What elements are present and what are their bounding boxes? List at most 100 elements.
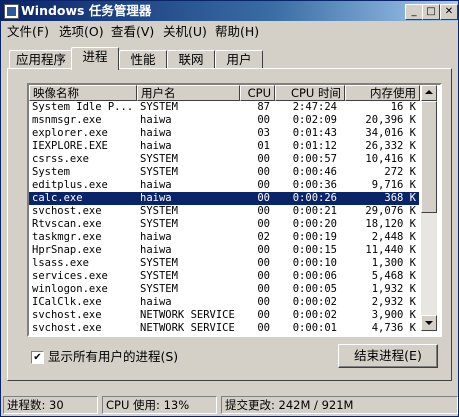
vertical-scrollbar[interactable] <box>421 85 437 331</box>
scroll-down-button[interactable] <box>421 315 437 331</box>
process-user-cell: SYSTEM <box>140 153 178 165</box>
process-user-cell: NETWORK SERVICE <box>140 322 235 334</box>
process-cpu-cell: 03 <box>257 127 270 139</box>
process-row[interactable]: IEXPLORE.EXE haiwa 01 0:01:12 26,332 K <box>29 140 419 153</box>
tab-processes[interactable]: 进程 <box>71 47 119 70</box>
process-cpu-cell: 00 <box>257 218 270 230</box>
menu-view[interactable]: 查看(V) <box>111 24 154 39</box>
menu-options[interactable]: 选项(O) <box>59 24 104 39</box>
process-name-cell: IEXPLORE.EXE <box>32 140 108 152</box>
process-mem-cell: 272 K <box>384 166 416 178</box>
process-cpu-cell: 00 <box>257 257 270 269</box>
process-mem-cell: 2,932 K <box>371 296 416 308</box>
end-process-button[interactable]: 结束进程(E) <box>338 344 438 368</box>
process-row[interactable]: winlogon.exe SYSTEM 00 0:00:05 1,932 K <box>29 283 419 296</box>
process-mem-cell: 5,468 K <box>371 270 416 282</box>
process-name-cell: ICalClk.exe <box>32 296 102 308</box>
process-row[interactable]: editplus.exe haiwa 00 0:00:36 9,716 K <box>29 179 419 192</box>
process-cpu-cell: 02 <box>257 231 270 243</box>
tab-strip: 应用程序 进程 性能 联网 用户 <box>7 47 452 70</box>
process-cpu-time-cell: 0:00:19 <box>292 231 337 243</box>
arrow-up-icon <box>425 90 433 94</box>
arrow-down-icon <box>425 321 433 325</box>
show-all-users-checkbox[interactable]: ✔ <box>31 351 44 364</box>
show-all-users-label[interactable]: 显示所有用户的进程(S) <box>48 349 178 364</box>
title-bar[interactable]: Windows 任务管理器 _ □ ✕ <box>1 1 458 21</box>
process-name-cell: explorer.exe <box>32 127 108 139</box>
process-row[interactable]: System SYSTEM 00 0:00:46 272 K <box>29 166 419 179</box>
maximize-button[interactable]: □ <box>422 4 440 20</box>
process-mem-cell: 16 K <box>390 101 416 113</box>
process-cpu-cell: 00 <box>257 296 270 308</box>
process-mem-cell: 9,716 K <box>371 179 416 191</box>
process-cpu-time-cell: 0:00:15 <box>292 244 337 256</box>
process-row[interactable]: Rtvscan.exe SYSTEM 00 0:00:20 18,120 K <box>29 218 419 231</box>
process-row[interactable]: csrss.exe SYSTEM 00 0:00:57 10,416 K <box>29 153 419 166</box>
process-cpu-time-cell: 0:00:57 <box>292 153 337 165</box>
menu-shutdown[interactable]: 关机(U) <box>163 24 207 39</box>
column-header-mem-usage[interactable]: 内存使用 <box>345 85 420 101</box>
process-cpu-time-cell: 0:00:20 <box>292 218 337 230</box>
menu-file[interactable]: 文件(F) <box>7 24 49 39</box>
process-list[interactable]: 映像名称 用户名 CPU CPU 时间 内存使用 System Idle P..… <box>27 83 442 337</box>
process-user-cell: SYSTEM <box>140 257 178 269</box>
process-cpu-time-cell: 0:01:12 <box>292 140 337 152</box>
process-mem-cell: 2,448 K <box>371 231 416 243</box>
process-cpu-time-cell: 0:00:01 <box>292 322 337 334</box>
task-manager-window: Windows 任务管理器 _ □ ✕ 文件(F) 选项(O) 查看(V) 关机… <box>0 0 459 417</box>
close-button[interactable]: ✕ <box>440 4 458 20</box>
menu-bar: 文件(F) 选项(O) 查看(V) 关机(U) 帮助(H) <box>1 22 458 41</box>
process-user-cell: haiwa <box>140 244 172 256</box>
process-row[interactable]: msnmsgr.exe haiwa 00 0:02:09 20,396 K <box>29 114 419 127</box>
column-header-user-name[interactable]: 用户名 <box>137 85 240 101</box>
process-mem-cell: 1,300 K <box>371 257 416 269</box>
process-row[interactable]: ICalClk.exe haiwa 00 0:00:02 2,932 K <box>29 296 419 309</box>
scroll-up-button[interactable] <box>421 85 437 101</box>
status-process-count: 进程数: 30 <box>3 396 98 414</box>
process-user-cell: haiwa <box>140 114 172 126</box>
column-header-cpu[interactable]: CPU <box>240 85 275 101</box>
process-mem-cell: 34,016 K <box>365 127 416 139</box>
process-cpu-time-cell: 0:00:06 <box>292 270 337 282</box>
process-row[interactable]: HprSnap.exe haiwa 00 0:00:15 11,440 K <box>29 244 419 257</box>
process-cpu-time-cell: 0:00:02 <box>292 309 337 321</box>
process-row[interactable]: svchost.exe NETWORK SERVICE 00 0:00:02 3,900… <box>29 309 419 322</box>
scroll-thumb[interactable] <box>421 101 437 213</box>
tab-networking[interactable]: 联网 <box>167 50 215 70</box>
process-row[interactable]: svchost.exe NETWORK SERVICE 00 0:00:01 4,736… <box>29 322 419 335</box>
process-cpu-time-cell: 0:00:02 <box>292 296 337 308</box>
process-user-cell: SYSTEM <box>140 205 178 217</box>
process-mem-cell: 29,076 K <box>365 205 416 217</box>
process-name-cell: csrss.exe <box>32 153 89 165</box>
window-title: Windows 任务管理器 <box>21 3 152 18</box>
process-mem-cell: 26,332 K <box>365 140 416 152</box>
process-row[interactable]: calc.exe haiwa 00 0:00:26 368 K <box>29 192 419 205</box>
process-user-cell: haiwa <box>140 179 172 191</box>
process-cpu-time-cell: 0:00:10 <box>292 257 337 269</box>
process-user-cell: SYSTEM <box>140 283 178 295</box>
process-row[interactable]: explorer.exe haiwa 03 0:01:43 34,016 K <box>29 127 419 140</box>
process-user-cell: haiwa <box>140 231 172 243</box>
tab-users[interactable]: 用户 <box>215 50 263 70</box>
process-mem-cell: 1,932 K <box>371 283 416 295</box>
minimize-button[interactable]: _ <box>405 4 423 20</box>
task-manager-icon <box>4 4 19 19</box>
tab-applications[interactable]: 应用程序 <box>9 50 73 70</box>
process-row[interactable]: svchost.exe SYSTEM 00 0:00:21 29,076 K <box>29 205 419 218</box>
process-name-cell: calc.exe <box>32 192 83 204</box>
process-cpu-cell: 00 <box>257 166 270 178</box>
process-mem-cell: 10,416 K <box>365 153 416 165</box>
process-row[interactable]: System Idle P... SYSTEM 87 2:47:24 16 K <box>29 101 419 114</box>
process-name-cell: svchost.exe <box>32 322 102 334</box>
process-row[interactable]: lsass.exe SYSTEM 00 0:00:10 1,300 K <box>29 257 419 270</box>
status-commit-charge: 提交更改: 242M / 921M <box>221 396 458 414</box>
process-row[interactable]: services.exe SYSTEM 00 0:00:06 5,468 K <box>29 270 419 283</box>
process-mem-cell: 3,900 K <box>371 309 416 321</box>
menu-help[interactable]: 帮助(H) <box>215 24 259 39</box>
column-header-image-name[interactable]: 映像名称 <box>29 85 137 101</box>
column-header-cpu-time[interactable]: CPU 时间 <box>275 85 345 101</box>
tab-performance[interactable]: 性能 <box>119 50 167 70</box>
status-bar: 进程数: 30 CPU 使用: 13% 提交更改: 242M / 921M <box>1 394 458 415</box>
process-row[interactable]: taskmgr.exe haiwa 02 0:00:19 2,448 K <box>29 231 419 244</box>
process-cpu-cell: 00 <box>257 322 270 334</box>
